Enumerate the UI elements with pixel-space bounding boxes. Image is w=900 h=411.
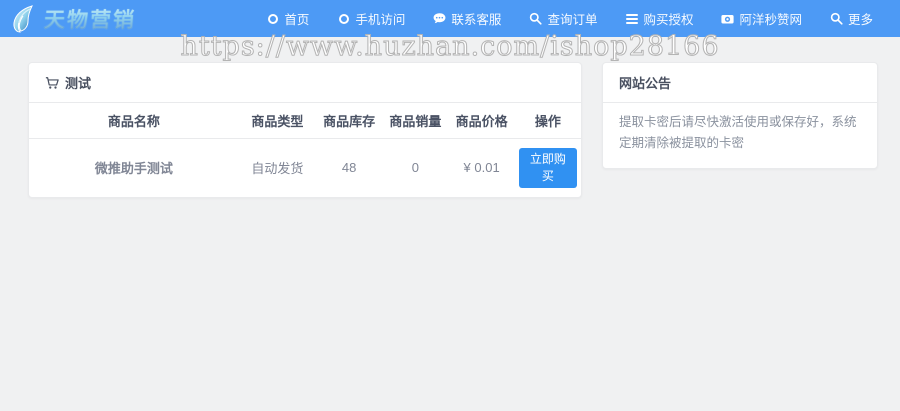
cell-product-name: 微推助手测试 <box>94 161 173 177</box>
feather-logo-icon <box>13 4 33 33</box>
nav-item-contact-support[interactable]: 联系客服 <box>419 0 515 37</box>
nav-item-buy-license[interactable]: 购买授权 <box>611 0 707 37</box>
nav-item-label: 查询订单 <box>547 13 598 27</box>
main-content: 测试 商品名称 商品类型 商品库存 商品销量 商品价格 操作 微推助手测试 自动… <box>0 37 900 198</box>
col-header-type: 商品类型 <box>238 103 317 139</box>
nav-menu: 首页 手机访问 联系客服 查询订单 购买授权 阿洋秒赞网 更多 <box>252 0 887 37</box>
announcement-card: 网站公告 提取卡密后请尽快激活使用或保存好，系统定期清除被提取的卡密 <box>602 62 878 170</box>
product-card: 测试 商品名称 商品类型 商品库存 商品销量 商品价格 操作 微推助手测试 自动… <box>28 62 582 198</box>
col-header-stock: 商品库存 <box>316 103 383 139</box>
nav-item-label: 手机访问 <box>355 13 406 27</box>
circle-icon <box>337 12 350 25</box>
announcement-body: 提取卡密后请尽快激活使用或保存好，系统定期清除被提取的卡密 <box>619 115 857 150</box>
camera-icon <box>721 12 735 25</box>
col-header-name: 商品名称 <box>29 103 239 139</box>
site-logo-text: 天物营销 <box>43 4 137 34</box>
table-row: 微推助手测试 自动发货 48 0 ¥ 0.01 立即购买 <box>29 139 581 197</box>
search-icon <box>529 12 543 25</box>
nav-item-label: 阿洋秒赞网 <box>739 13 802 27</box>
cell-product-sales: 0 <box>411 160 419 176</box>
search-icon <box>830 12 843 25</box>
comment-icon <box>433 12 446 25</box>
cell-product-type: 自动发货 <box>251 161 304 177</box>
table-header-row: 商品名称 商品类型 商品库存 商品销量 商品价格 操作 <box>29 103 581 139</box>
cart-icon <box>45 76 59 89</box>
product-card-title: 测试 <box>65 76 92 91</box>
col-header-action: 操作 <box>514 103 581 139</box>
col-header-price: 商品价格 <box>448 103 515 139</box>
nav-item-ayang-site[interactable]: 阿洋秒赞网 <box>707 0 816 37</box>
cell-product-price: ¥ 0.01 <box>463 160 500 176</box>
col-header-sales: 商品销量 <box>382 103 449 139</box>
list-icon <box>625 12 638 25</box>
site-logo[interactable]: 天物营销 <box>8 3 137 35</box>
product-table: 商品名称 商品类型 商品库存 商品销量 商品价格 操作 微推助手测试 自动发货 … <box>29 103 581 197</box>
nav-item-order-lookup[interactable]: 查询订单 <box>515 0 611 37</box>
cell-product-stock: 48 <box>341 160 357 176</box>
nav-item-home[interactable]: 首页 <box>252 0 323 37</box>
circle-icon <box>266 12 279 25</box>
buy-now-button[interactable]: 立即购买 <box>518 148 577 188</box>
nav-item-more[interactable]: 更多 <box>816 0 887 37</box>
nav-item-label: 购买授权 <box>643 13 694 27</box>
nav-item-mobile[interactable]: 手机访问 <box>323 0 419 37</box>
top-navbar: 天物营销 首页 手机访问 联系客服 查询订单 购买授权 阿洋秒赞网 更多 <box>0 0 900 37</box>
announcement-title: 网站公告 <box>619 76 672 91</box>
announcement-card-header: 网站公告 <box>603 63 877 103</box>
product-card-header: 测试 <box>29 63 581 103</box>
nav-item-label: 更多 <box>847 13 873 27</box>
nav-item-label: 联系客服 <box>451 13 502 27</box>
nav-item-label: 首页 <box>284 13 310 27</box>
